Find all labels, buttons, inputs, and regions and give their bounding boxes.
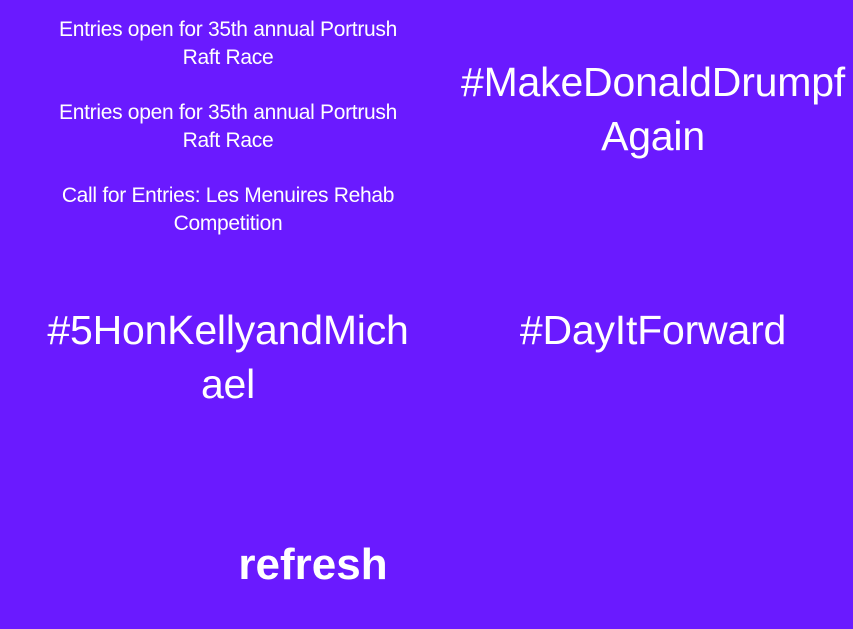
page: { "headlines": [ "Entries open for 35th … [0, 0, 853, 629]
headline-item-3[interactable]: Call for Entries: Les Menuires Rehab Com… [30, 182, 426, 238]
hashtag-top-right[interactable]: #MakeDonaldDrumpfAgain [460, 55, 846, 163]
headline-item-1[interactable]: Entries open for 35th annual Portrush Ra… [40, 16, 416, 72]
refresh-button[interactable]: refresh [213, 539, 413, 591]
hashtag-middle-right[interactable]: #DayItForward [470, 303, 836, 357]
hashtag-middle-left[interactable]: #5HonKellyandMichael [37, 303, 419, 411]
headline-item-2[interactable]: Entries open for 35th annual Portrush Ra… [40, 99, 416, 155]
